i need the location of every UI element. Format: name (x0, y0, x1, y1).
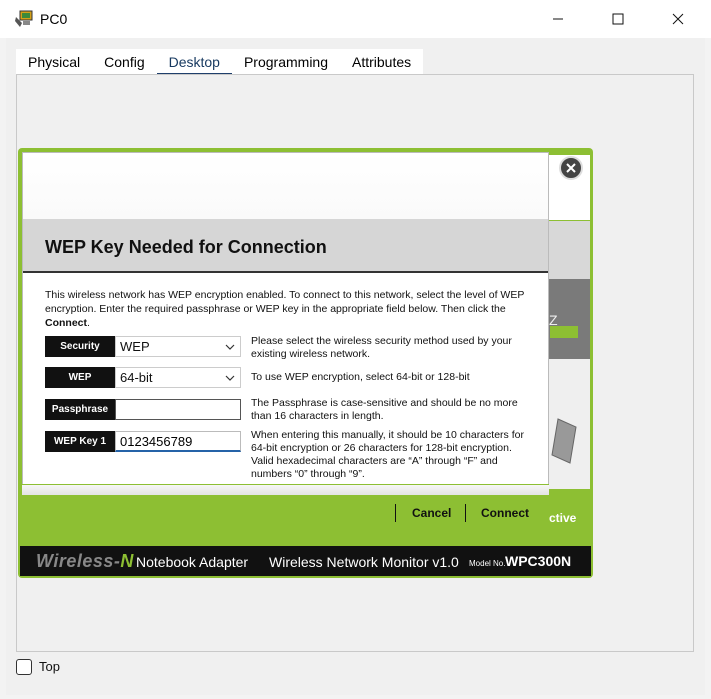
brand-logo: Wireless-N (36, 551, 134, 572)
cancel-button[interactable]: Cancel (412, 506, 451, 520)
description-connect: Connect (45, 317, 87, 329)
wep-key-1-label: WEP Key 1 (45, 431, 115, 452)
minimize-button[interactable] (528, 0, 588, 38)
tab-physical[interactable]: Physical (16, 49, 92, 75)
wep-label: WEP (45, 367, 115, 388)
close-circle-icon (566, 163, 576, 173)
tab-bar: Physical Config Desktop Programming Attr… (16, 49, 424, 76)
chevron-down-icon (224, 368, 236, 392)
wep-value: 64-bit (120, 370, 153, 385)
tab-desktop[interactable]: Desktop (156, 49, 233, 76)
monitor-close-button[interactable] (559, 156, 583, 180)
pc-icon (14, 9, 34, 29)
passphrase-field[interactable] (120, 400, 240, 419)
passphrase-label: Passphrase (45, 399, 115, 420)
connect-button[interactable]: Connect (481, 506, 529, 520)
dialog-top-area (23, 153, 548, 219)
passphrase-input[interactable] (115, 399, 241, 420)
adapter-card-icon (551, 418, 577, 464)
monitor-light-panel (548, 359, 590, 489)
maximize-icon (612, 13, 624, 25)
button-separator (465, 504, 466, 522)
monitor-header-band (548, 221, 590, 279)
passphrase-hint: The Passphrase is case-sensitive and sho… (251, 397, 518, 422)
dialog-title: WEP Key Needed for Connection (45, 237, 327, 257)
dialog-bottom-edge (22, 485, 549, 495)
adapter-label: Notebook Adapter (136, 554, 249, 570)
description-text: This wireless network has WEP encryption… (45, 289, 525, 315)
monitor-active-label: ctive (549, 511, 577, 525)
close-icon (672, 13, 684, 25)
tab-config[interactable]: Config (92, 49, 156, 75)
tab-attributes[interactable]: Attributes (340, 49, 423, 75)
security-select[interactable]: WEP (115, 336, 241, 357)
wep-key-1-field[interactable] (120, 432, 240, 451)
chevron-down-icon (224, 337, 236, 361)
wep-hint: To use WEP encryption, select 64-bit or … (251, 371, 470, 383)
security-label: Security (45, 336, 115, 357)
wep-key-1-input[interactable] (115, 431, 241, 452)
close-button[interactable] (648, 0, 708, 38)
title-bar: PC0 (0, 0, 711, 38)
top-checkbox[interactable] (16, 659, 32, 675)
monitor-footer: Wireless-N Notebook Adapter Wireless Net… (20, 546, 591, 576)
brand-prefix: Wireless- (36, 551, 121, 571)
window-title: PC0 (40, 11, 68, 27)
dialog-description: This wireless network has WEP encryption… (45, 288, 525, 330)
wep-select[interactable]: 64-bit (115, 367, 241, 388)
maximize-button[interactable] (588, 0, 648, 38)
monitor-signal-bar (550, 326, 578, 338)
tab-programming[interactable]: Programming (232, 49, 340, 75)
description-end: . (87, 317, 90, 329)
button-separator (395, 504, 396, 522)
model-number-caption: Model No. (469, 559, 506, 568)
minimize-icon (553, 18, 563, 20)
security-hint: Please select the wireless security meth… (251, 335, 512, 360)
model-number: WPC300N (505, 553, 572, 569)
brand-n: N (120, 551, 134, 571)
monitor-version-label: Wireless Network Monitor v1.0 (269, 554, 459, 570)
security-value: WEP (120, 339, 150, 354)
top-checkbox-label: Top (39, 659, 60, 674)
wep-key-1-hint: When entering this manually, it should b… (251, 429, 524, 480)
